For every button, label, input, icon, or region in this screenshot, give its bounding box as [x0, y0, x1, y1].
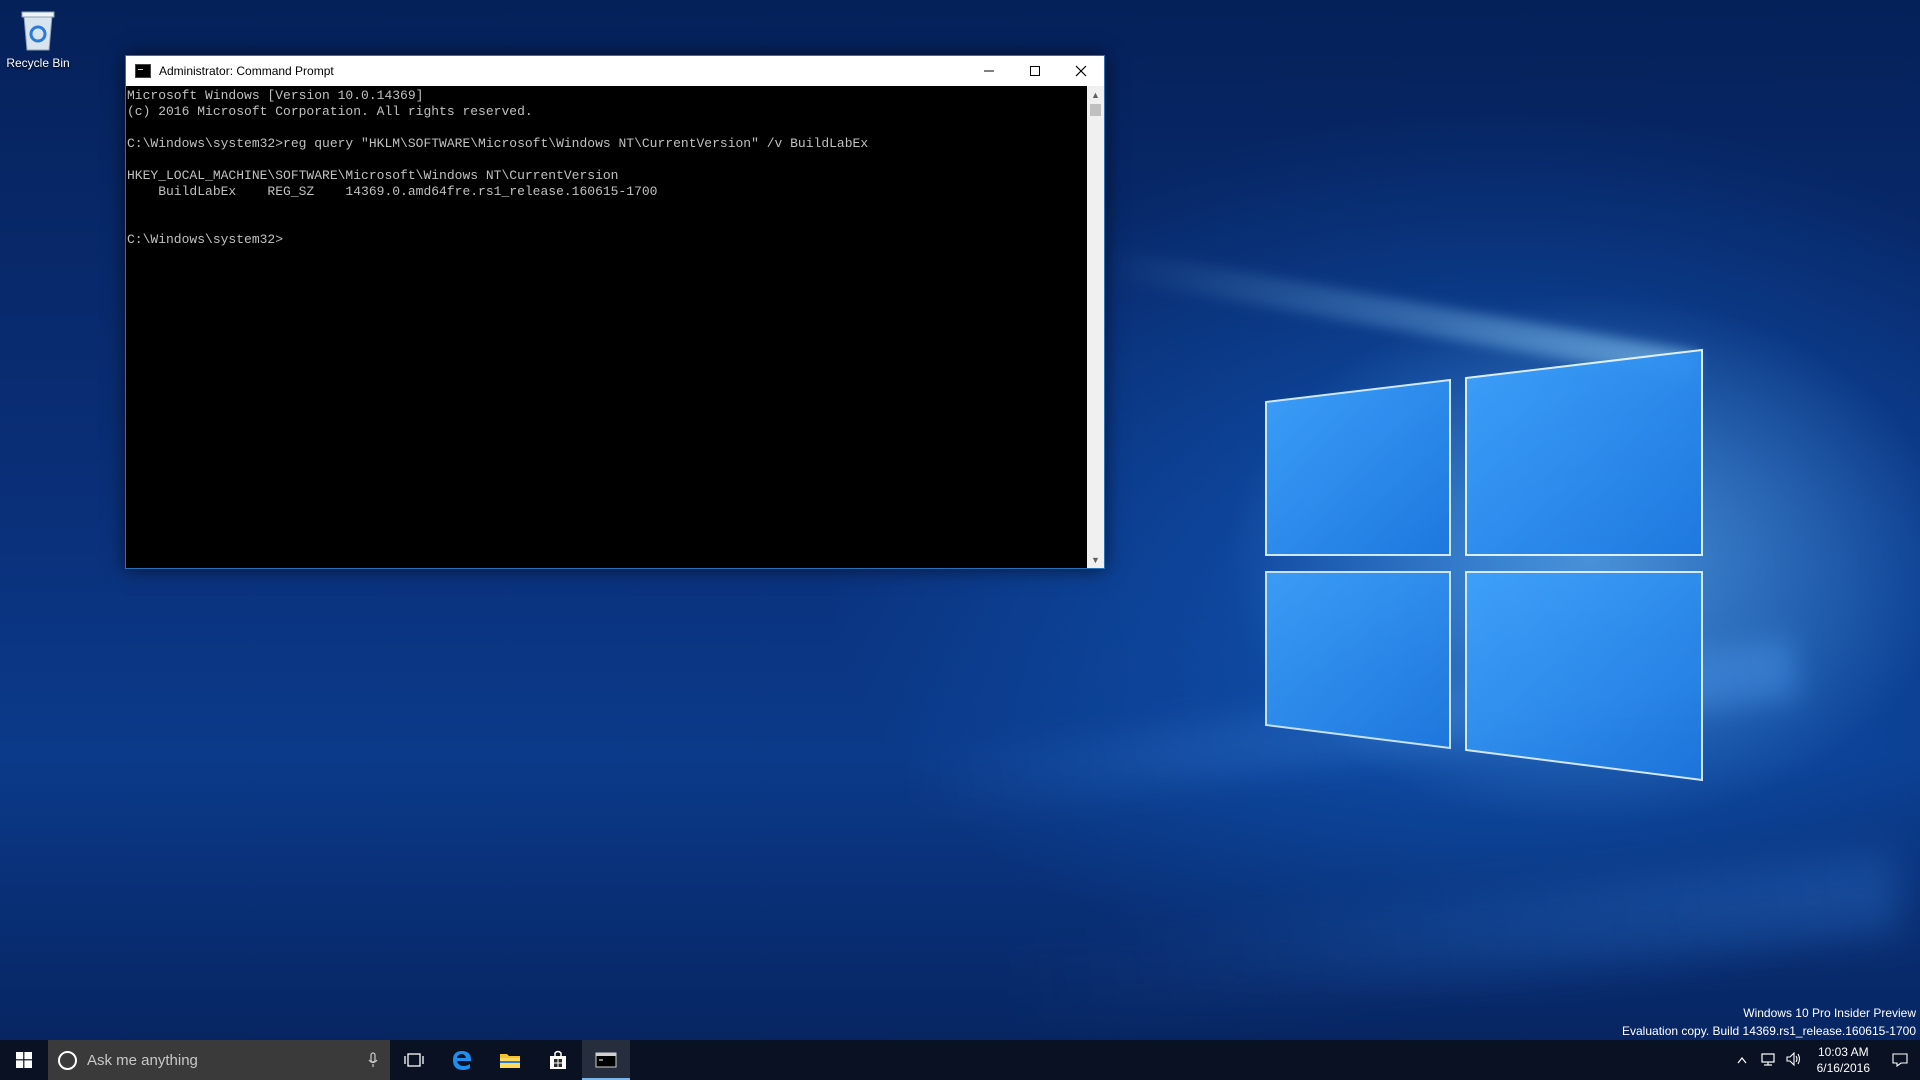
command-prompt-window[interactable]: Administrator: Command Prompt Microsoft … — [125, 55, 1105, 569]
volume-button[interactable] — [1781, 1051, 1807, 1069]
cortana-search-box[interactable]: Ask me anything — [48, 1040, 390, 1080]
maximize-icon — [1030, 66, 1040, 76]
task-view-button[interactable] — [390, 1040, 438, 1080]
command-prompt-icon — [595, 1052, 617, 1068]
console-line: HKEY_LOCAL_MACHINE\SOFTWARE\Microsoft\Wi… — [127, 168, 619, 183]
close-button[interactable] — [1058, 56, 1104, 86]
show-hidden-icons-button[interactable] — [1729, 1053, 1755, 1067]
console-prompt-line: C:\Windows\system32> — [127, 232, 284, 247]
window-title: Administrator: Command Prompt — [159, 64, 334, 78]
windows-start-icon — [16, 1052, 32, 1068]
taskbar-edge-button[interactable] — [438, 1040, 486, 1080]
build-watermark: Windows 10 Pro Insider Preview Evaluatio… — [1622, 1004, 1916, 1040]
vertical-scrollbar[interactable]: ▲ ▼ — [1087, 86, 1104, 568]
start-button[interactable] — [0, 1040, 48, 1080]
taskbar-store-button[interactable] — [534, 1040, 582, 1080]
action-center-button[interactable] — [1880, 1040, 1920, 1080]
clock-date: 6/16/2016 — [1816, 1061, 1870, 1075]
network-icon — [1761, 1052, 1775, 1066]
watermark-build: Evaluation copy. Build 14369.rs1_release… — [1622, 1024, 1916, 1038]
console-line: Microsoft Windows [Version 10.0.14369] — [127, 88, 424, 103]
volume-icon — [1786, 1051, 1800, 1066]
taskbar-file-explorer-button[interactable] — [486, 1040, 534, 1080]
store-icon — [550, 1050, 566, 1069]
chevron-up-icon — [1737, 1057, 1747, 1064]
minimize-button[interactable] — [966, 56, 1012, 86]
system-tray: 10:03 AM 6/16/2016 — [1729, 1040, 1920, 1080]
console-line: ​ — [127, 120, 1087, 136]
console-line: ​ — [127, 216, 1087, 232]
console-line: (c) 2016 Microsoft Corporation. All righ… — [127, 104, 533, 119]
console-line: BuildLabEx REG_SZ 14369.0.amd64fre.rs1_r… — [127, 184, 658, 199]
console-line: C:\Windows\system32>reg query "HKLM\SOFT… — [127, 136, 869, 151]
scroll-thumb[interactable] — [1090, 104, 1101, 116]
wallpaper-light-beam — [998, 853, 1902, 1027]
file-explorer-icon — [500, 1054, 520, 1068]
notification-icon — [1892, 1053, 1908, 1068]
scroll-down-button[interactable]: ▼ — [1087, 551, 1104, 568]
window-titlebar[interactable]: Administrator: Command Prompt — [126, 56, 1104, 86]
network-button[interactable] — [1755, 1052, 1781, 1069]
console-line: ​ — [127, 152, 1087, 168]
recycle-bin-icon — [18, 8, 58, 52]
taskbar-clock[interactable]: 10:03 AM 6/16/2016 — [1807, 1044, 1880, 1076]
console-line: ​ — [127, 200, 1087, 216]
taskbar-command-prompt-button[interactable] — [582, 1040, 630, 1080]
taskbar: Ask me anything 10:03 AM 6/16/2016 — [0, 1040, 1920, 1080]
close-icon — [1075, 65, 1087, 77]
edge-icon — [453, 1051, 471, 1070]
windows-logo-wallpaper — [1265, 348, 1703, 782]
scroll-up-button[interactable]: ▲ — [1087, 86, 1104, 103]
recycle-bin-label: Recycle Bin — [6, 56, 70, 70]
maximize-button[interactable] — [1012, 56, 1058, 86]
cortana-icon — [58, 1050, 77, 1070]
command-prompt-icon — [135, 64, 151, 78]
search-placeholder: Ask me anything — [87, 1051, 198, 1069]
console-output[interactable]: Microsoft Windows [Version 10.0.14369] (c… — [126, 86, 1087, 568]
watermark-edition: Windows 10 Pro Insider Preview — [1743, 1006, 1916, 1020]
clock-time: 10:03 AM — [1817, 1045, 1869, 1059]
task-view-icon — [404, 1053, 424, 1067]
recycle-bin-desktop-icon[interactable]: Recycle Bin — [6, 8, 70, 70]
minimize-icon — [984, 70, 994, 72]
microphone-icon[interactable] — [368, 1052, 378, 1068]
